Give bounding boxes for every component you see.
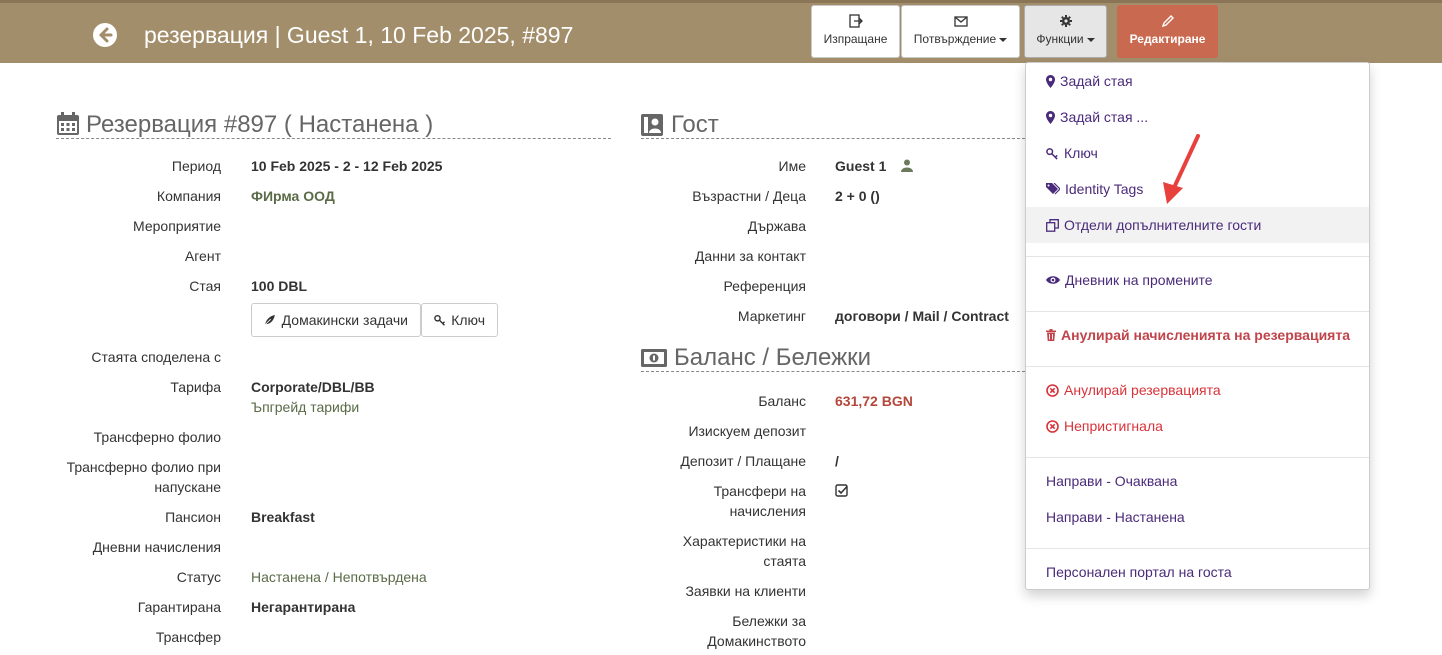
section-divider	[641, 371, 1025, 372]
trash-icon	[1046, 329, 1056, 341]
tags-icon	[1046, 183, 1060, 195]
deposit-payment-label: Депозит / Плащане	[680, 453, 806, 469]
transfer-label: Трансфер	[155, 629, 221, 645]
guaranteed-value: Негарантирана	[251, 599, 356, 615]
menu-divider	[1026, 366, 1369, 367]
marketing-value: договори / Mail / Contract	[835, 308, 1009, 324]
reservation-title: Резервация #897 ( Настанена )	[86, 111, 434, 138]
menu-item-assign-room[interactable]: Задай стая	[1026, 63, 1369, 99]
calendar-icon	[57, 112, 79, 135]
key-button-label: Ключ	[451, 312, 485, 328]
housekeeping-button[interactable]: Домакински задачи	[251, 303, 421, 337]
top-bar: резервация | Guest 1, 10 Feb 2025, #897	[0, 0, 1442, 63]
ages-label: Възрастни / Деца	[692, 188, 806, 204]
board-value: Breakfast	[251, 509, 315, 525]
edit-button-label: Редактиране	[1129, 32, 1206, 46]
leaf-icon	[264, 314, 275, 326]
rate-value: Corporate/DBL/BB	[251, 379, 375, 395]
section-divider	[56, 138, 611, 139]
sign-out-icon	[848, 14, 863, 28]
id-card-icon	[641, 114, 663, 136]
agent-label: Агент	[184, 248, 221, 264]
map-marker-icon	[1046, 74, 1055, 88]
housekeeping-button-label: Домакински задачи	[281, 312, 408, 328]
checkbox-checked-icon	[835, 484, 848, 497]
company-label: Компания	[156, 188, 221, 204]
marketing-label: Маркетинг	[737, 308, 806, 324]
upgrade-rates-link[interactable]: Ъпгрейд тарифи	[251, 397, 359, 417]
ages-value: 2 + 0 ()	[835, 188, 880, 204]
country-label: Държава	[747, 218, 806, 234]
back-arrow-icon[interactable]	[92, 22, 118, 48]
daily-charges-label: Дневни начисления	[92, 539, 221, 555]
user-icon	[901, 159, 913, 172]
menu-item-make-checked-in[interactable]: Направи - Настанена	[1026, 499, 1369, 535]
client-requests-label: Заявки на клиенти	[685, 583, 806, 599]
period-label: Период	[171, 158, 221, 174]
menu-item-separate-guests[interactable]: Отдели допълнителните гости	[1026, 207, 1369, 243]
status-label: Статус	[176, 569, 221, 585]
guaranteed-label: Гарантирана	[137, 599, 221, 615]
functions-button[interactable]: Функции	[1024, 5, 1107, 58]
chevron-down-icon	[999, 37, 1008, 42]
menu-item-cancel-reservation[interactable]: Анулирай резервацията	[1026, 372, 1369, 408]
eye-icon	[1046, 276, 1060, 284]
page-title: резервация | Guest 1, 10 Feb 2025, #897	[144, 22, 574, 48]
charge-transfers-label: Трансфери на начисления	[713, 483, 806, 519]
map-marker-icon	[1046, 110, 1055, 124]
key-icon	[434, 314, 445, 326]
rate-label: Тарифа	[170, 379, 221, 395]
room-features-label: Характеристики на стаята	[682, 533, 806, 569]
key-button[interactable]: Ключ	[421, 303, 498, 337]
pencil-icon	[1161, 15, 1174, 28]
menu-divider	[1026, 311, 1369, 312]
menu-item-no-show[interactable]: Непристигнала	[1026, 408, 1369, 444]
balance-title: Баланс / Бележки	[674, 344, 872, 371]
copy-icon	[1046, 218, 1059, 232]
transfer-folio-label: Трансферно фолио	[93, 429, 221, 445]
send-button[interactable]: Изпращане	[811, 5, 900, 58]
confirm-button-label: Потвърждение	[913, 32, 997, 46]
times-circle-icon	[1046, 419, 1059, 433]
room-label: Стая	[189, 278, 221, 294]
send-button-label: Изпращане	[823, 32, 888, 46]
red-arrow-annotation	[1163, 134, 1200, 204]
menu-divider	[1026, 256, 1369, 257]
menu-item-cancel-charges[interactable]: Анулирай начисленията на резервацията	[1026, 317, 1369, 353]
deposit-payment-value: /	[835, 453, 839, 469]
event-label: Мероприятие	[133, 218, 221, 234]
envelope-icon	[953, 16, 968, 27]
menu-item-make-expected[interactable]: Направи - Очаквана	[1026, 463, 1369, 499]
menu-divider	[1026, 548, 1369, 549]
guest-name-value[interactable]: Guest 1	[835, 156, 886, 176]
edit-button[interactable]: Редактиране	[1117, 5, 1218, 58]
guest-title: Гост	[671, 111, 719, 138]
times-circle-icon	[1046, 383, 1059, 397]
money-icon	[641, 349, 667, 367]
balance-label: Баланс	[758, 393, 806, 409]
shared-room-label: Стаята споделена с	[91, 349, 221, 365]
key-icon	[1046, 147, 1058, 160]
gear-icon	[1059, 15, 1072, 27]
chevron-down-icon	[1086, 37, 1095, 42]
reference-label: Референция	[723, 278, 806, 294]
company-link[interactable]: ФИрма ООД	[251, 186, 335, 206]
confirm-button[interactable]: Потвърждение	[901, 5, 1020, 58]
menu-item-guest-portal[interactable]: Персонален портал на госта	[1026, 554, 1369, 590]
balance-value: 631,72 BGN	[835, 393, 913, 409]
housekeeping-notes-label: Бележки за Домакинството	[707, 613, 806, 649]
room-value: 100 DBL	[251, 278, 308, 294]
menu-item-change-log[interactable]: Дневник на промените	[1026, 262, 1369, 298]
period-value: 10 Feb 2025 - 2 - 12 Feb 2025	[251, 158, 443, 174]
status-value: Настанена / Непотвърдена	[251, 569, 427, 585]
guest-name-label: Име	[778, 158, 806, 174]
board-label: Пансион	[165, 509, 221, 525]
section-divider	[641, 138, 1025, 139]
menu-divider	[1026, 457, 1369, 458]
functions-button-label: Функции	[1036, 32, 1084, 46]
transfer-folio-checkout-label: Трансферно фолио при напускане	[66, 459, 221, 495]
contact-label: Данни за контакт	[694, 248, 806, 264]
deposit-required-label: Изискуем депозит	[688, 423, 806, 439]
